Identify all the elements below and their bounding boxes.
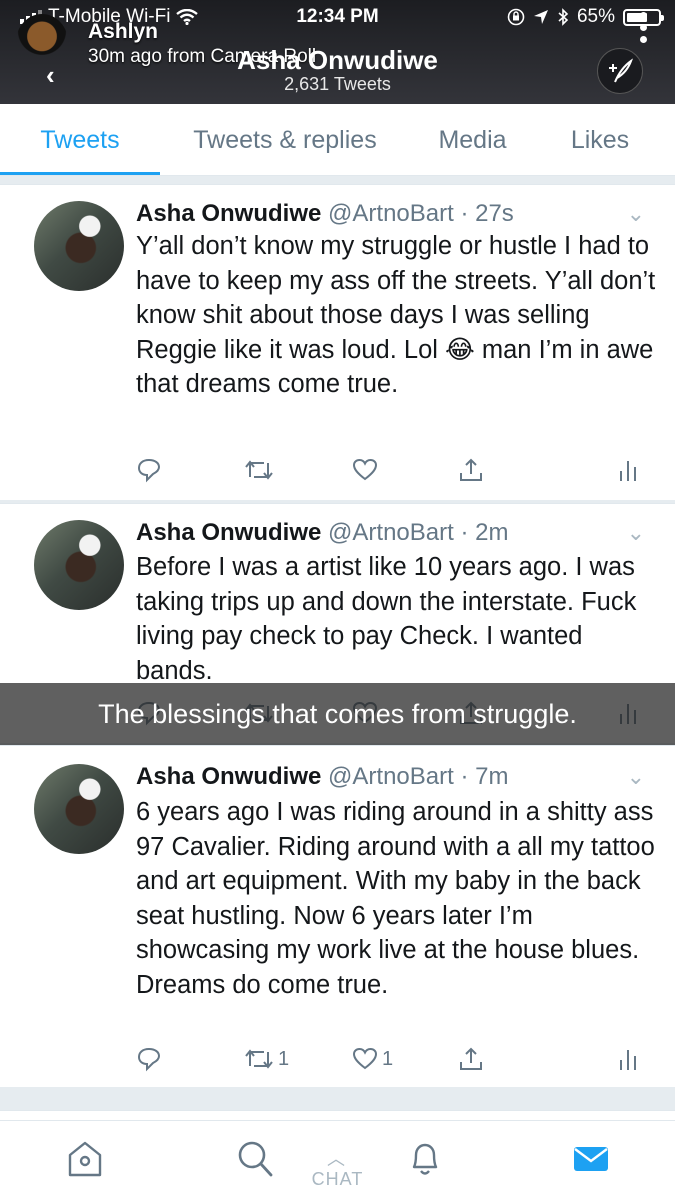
like-button[interactable]: 1 <box>352 1046 393 1072</box>
tab-tweets-replies[interactable]: Tweets & replies <box>160 104 410 176</box>
profile-name: Asha Onwudiwe <box>237 45 438 75</box>
orientation-lock-icon <box>507 8 525 26</box>
more-options-icon[interactable] <box>640 12 647 43</box>
reply-icon <box>137 1047 161 1072</box>
active-tab-indicator <box>0 172 160 175</box>
tweet-text: Before I was a artist like 10 years ago.… <box>136 553 637 685</box>
share-button[interactable] <box>458 1046 484 1072</box>
status-icons: 65% <box>507 6 664 28</box>
analytics-icon <box>620 1050 636 1070</box>
compose-tweet-button[interactable] <box>597 48 643 94</box>
analytics-button[interactable] <box>618 457 638 483</box>
analytics-icon <box>620 461 636 481</box>
tweet-item[interactable]: Asha Onwudiwe @ArtnoBart · 7m ⌄ 6 years … <box>0 745 675 1087</box>
share-icon <box>460 458 482 481</box>
story-caption: The blessings that comes from struggle. <box>0 683 675 745</box>
tweet-header: Asha Onwudiwe @ArtnoBart · 2m <box>136 519 508 547</box>
envelope-icon <box>574 1147 608 1171</box>
bell-icon <box>412 1143 438 1175</box>
tweet-header: Asha Onwudiwe @ArtnoBart · 7m <box>136 763 508 791</box>
story-author-name: Ashlyn <box>88 20 159 43</box>
tab-media[interactable]: Media <box>410 104 535 176</box>
nav-messages[interactable] <box>572 1139 610 1184</box>
tweet-actions: 1 1 <box>0 1046 675 1076</box>
tweet-text: Y’all don’t know my struggle or hustle I… <box>136 232 656 398</box>
tweet-menu-chevron-icon[interactable]: ⌄ <box>627 201 645 227</box>
user-avatar[interactable] <box>34 201 124 291</box>
heart-icon <box>352 458 378 481</box>
tab-likes[interactable]: Likes <box>535 104 665 176</box>
tweet-menu-chevron-icon[interactable]: ⌄ <box>627 764 645 790</box>
tweet-author[interactable]: Asha Onwudiwe <box>136 519 321 546</box>
share-button[interactable] <box>458 457 484 483</box>
tweet-header: Asha Onwudiwe @ArtnoBart · 27s <box>136 200 514 228</box>
like-count: 1 <box>382 1047 394 1070</box>
retweet-icon <box>245 460 273 480</box>
reply-button[interactable] <box>136 1046 162 1072</box>
tweet-handle-time: @ArtnoBart · 2m <box>328 519 509 546</box>
analytics-button[interactable] <box>618 1046 638 1072</box>
reply-icon <box>137 458 161 483</box>
chevron-up-icon: ︿ <box>327 1149 345 1169</box>
tweet-count: 2,631 Tweets <box>284 74 391 94</box>
battery-percent: 65% <box>576 6 615 27</box>
tweet-item[interactable]: Asha Onwudiwe @ArtnoBart · 27s ⌄ Y’all d… <box>0 184 675 500</box>
heart-icon <box>352 1047 378 1070</box>
location-icon <box>533 10 548 24</box>
tweet-handle-time: @ArtnoBart · 27s <box>328 200 514 227</box>
reply-button[interactable] <box>136 457 162 483</box>
retweet-button[interactable]: 1 <box>244 1046 289 1072</box>
quill-icon <box>609 58 633 83</box>
tweet-author[interactable]: Asha Onwudiwe <box>136 200 321 227</box>
retweet-button[interactable] <box>244 457 278 483</box>
retweet-icon <box>245 1049 273 1069</box>
user-avatar[interactable] <box>34 764 124 854</box>
tweet-actions <box>0 457 675 487</box>
tweet-menu-chevron-icon[interactable]: ⌄ <box>627 520 645 546</box>
tab-tweets[interactable]: Tweets <box>0 104 160 176</box>
bluetooth-icon <box>558 8 569 26</box>
like-button[interactable] <box>352 457 382 483</box>
retweet-count: 1 <box>278 1047 290 1070</box>
bottom-nav: ︿ CHAT <box>0 1120 675 1200</box>
tweet-text: 6 years ago I was riding around in a shi… <box>136 798 655 999</box>
nav-notifications[interactable] <box>406 1139 444 1184</box>
profile-header: T-Mobile Wi-Fi 12:34 PM 65% Ashlyn 30m a… <box>0 0 675 104</box>
user-avatar[interactable] <box>34 520 124 610</box>
tweet-handle-time: @ArtnoBart · 7m <box>328 763 509 790</box>
profile-tabs: Tweets Tweets & replies Media Likes <box>0 104 675 176</box>
tweet-author[interactable]: Asha Onwudiwe <box>136 763 321 790</box>
share-icon <box>460 1047 482 1070</box>
